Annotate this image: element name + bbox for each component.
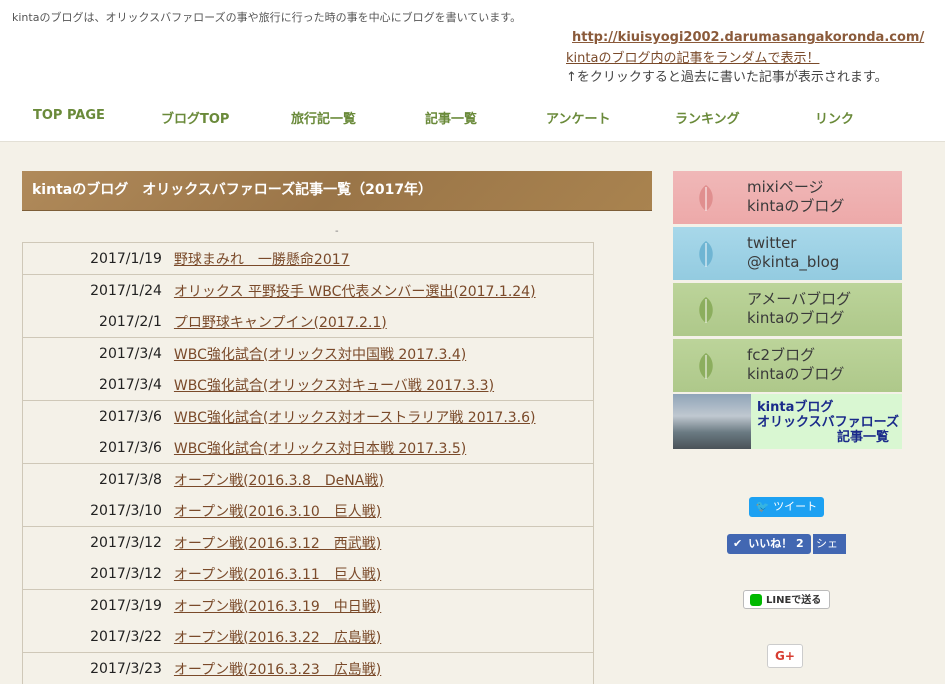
article-date: 2017/3/4 <box>23 338 174 370</box>
google-plus-button[interactable]: G+ <box>767 644 803 668</box>
site-header: kintaのブログは、オリックスバファローズの事や旅行に行った時の事を中心にブロ… <box>0 0 945 142</box>
article-link[interactable]: WBC強化試合(オリックス対キューバ戦 2017.3.3) <box>174 369 594 401</box>
stadium-photo <box>673 394 751 449</box>
separator-dash: - <box>335 226 339 237</box>
article-date: 2017/3/23 <box>23 653 174 684</box>
article-link[interactable]: オープン戦(2016.3.10 巨人戦) <box>174 495 594 527</box>
nav-survey[interactable]: アンケート <box>546 108 610 127</box>
ameba-banner-label: アメーバブログ kintaのブログ <box>747 290 851 328</box>
ameba-banner[interactable]: アメーバブログ kintaのブログ <box>673 283 902 336</box>
main-nav: TOP PAGE ブログTOP 旅行記一覧 記事一覧 アンケート ランキング リ… <box>0 108 945 130</box>
line-send-button[interactable]: LINEで送る <box>743 590 830 609</box>
nav-links[interactable]: リンク <box>815 108 854 127</box>
site-tagline: kintaのブログは、オリックスバファローズの事や旅行に行った時の事を中心にブロ… <box>12 9 521 25</box>
nav-ranking[interactable]: ランキング <box>675 108 740 127</box>
article-link[interactable]: 野球まみれ 一勝懸命2017 <box>174 243 594 275</box>
article-link[interactable]: オープン戦(2016.3.19 中日戦) <box>174 590 594 622</box>
article-date: 2017/3/12 <box>23 527 174 559</box>
line-icon <box>750 594 762 606</box>
article-date: 2017/3/4 <box>23 369 174 401</box>
article-link[interactable]: オープン戦(2016.3.8 DeNA戦) <box>174 464 594 496</box>
table-row: 2017/1/19野球まみれ 一勝懸命2017 <box>23 243 594 275</box>
table-row: 2017/3/8オープン戦(2016.3.8 DeNA戦) <box>23 464 594 496</box>
table-row: 2017/3/23オープン戦(2016.3.23 広島戦) <box>23 653 594 684</box>
article-date: 2017/2/1 <box>23 306 174 338</box>
mixi-banner-label: mixiページ kintaのブログ <box>747 178 844 216</box>
table-row: 2017/3/22オープン戦(2016.3.22 広島戦) <box>23 621 594 653</box>
site-url-link[interactable]: http://kiuisyogi2002.darumasangakoronda.… <box>572 30 924 45</box>
table-row: 2017/1/24オリックス 平野投手 WBC代表メンバー選出(2017.1.2… <box>23 275 594 307</box>
page-title: kintaのブログ オリックスバファローズ記事一覧（2017年） <box>22 171 652 211</box>
table-row: 2017/3/6WBC強化試合(オリックス対オーストラリア戦 2017.3.6) <box>23 401 594 433</box>
article-date: 2017/3/6 <box>23 401 174 433</box>
fc2-banner[interactable]: fc2ブログ kintaのブログ <box>673 339 902 392</box>
random-article-note: ↑をクリックすると過去に書いた記事が表示されます。 <box>566 66 888 85</box>
table-row: 2017/3/4WBC強化試合(オリックス対中国戦 2017.3.4) <box>23 338 594 370</box>
random-article-link[interactable]: kintaのブログ内の記事をランダムで表示！ <box>566 47 819 66</box>
leaf-icon <box>695 239 717 269</box>
leaf-icon <box>695 295 717 325</box>
table-row: 2017/3/19オープン戦(2016.3.19 中日戦) <box>23 590 594 622</box>
nav-travel-list[interactable]: 旅行記一覧 <box>291 108 356 127</box>
nav-article-list[interactable]: 記事一覧 <box>425 108 477 127</box>
article-link[interactable]: オープン戦(2016.3.23 広島戦) <box>174 653 594 684</box>
nav-top-page[interactable]: TOP PAGE <box>33 108 105 123</box>
mixi-banner[interactable]: mixiページ kintaのブログ <box>673 171 902 224</box>
facebook-share-button[interactable]: シェア <box>813 534 846 554</box>
article-date: 2017/3/19 <box>23 590 174 622</box>
article-date: 2017/3/10 <box>23 495 174 527</box>
article-link[interactable]: オープン戦(2016.3.22 広島戦) <box>174 621 594 653</box>
article-date: 2017/3/6 <box>23 432 174 464</box>
check-icon: ✔ <box>733 537 742 550</box>
twitter-banner-label: twitter @kinta_blog <box>747 234 839 272</box>
article-link[interactable]: オープン戦(2016.3.11 巨人戦) <box>174 558 594 590</box>
article-link[interactable]: オリックス 平野投手 WBC代表メンバー選出(2017.1.24) <box>174 275 594 307</box>
article-link[interactable]: WBC強化試合(オリックス対日本戦 2017.3.5) <box>174 432 594 464</box>
leaf-icon <box>695 183 717 213</box>
table-row: 2017/3/12オープン戦(2016.3.11 巨人戦) <box>23 558 594 590</box>
twitter-bird-icon: 🐦 <box>756 500 770 513</box>
table-row: 2017/3/6WBC強化試合(オリックス対日本戦 2017.3.5) <box>23 432 594 464</box>
article-link[interactable]: WBC強化試合(オリックス対オーストラリア戦 2017.3.6) <box>174 401 594 433</box>
nav-blog-top[interactable]: ブログTOP <box>161 108 229 127</box>
table-row: 2017/2/1プロ野球キャンプイン(2017.2.1) <box>23 306 594 338</box>
table-row: 2017/3/4WBC強化試合(オリックス対キューバ戦 2017.3.3) <box>23 369 594 401</box>
article-link[interactable]: WBC強化試合(オリックス対中国戦 2017.3.4) <box>174 338 594 370</box>
article-date: 2017/1/24 <box>23 275 174 307</box>
table-row: 2017/3/10オープン戦(2016.3.10 巨人戦) <box>23 495 594 527</box>
article-link[interactable]: オープン戦(2016.3.12 西武戦) <box>174 527 594 559</box>
twitter-banner[interactable]: twitter @kinta_blog <box>673 227 902 280</box>
facebook-like-button[interactable]: ✔いいね！ 2 <box>727 534 811 554</box>
article-date: 2017/3/8 <box>23 464 174 496</box>
article-table: 2017/1/19野球まみれ 一勝懸命20172017/1/24オリックス 平野… <box>22 242 594 684</box>
article-date: 2017/3/12 <box>23 558 174 590</box>
orix-banner-label: kintaブログ オリックスバファローズ 記事一覧 <box>757 400 899 445</box>
leaf-icon <box>695 351 717 381</box>
fc2-banner-label: fc2ブログ kintaのブログ <box>747 346 844 384</box>
orix-article-list-banner[interactable]: kintaブログ オリックスバファローズ 記事一覧 <box>673 394 902 449</box>
tweet-button[interactable]: 🐦 ツイート <box>749 497 824 517</box>
article-date: 2017/3/22 <box>23 621 174 653</box>
table-row: 2017/3/12オープン戦(2016.3.12 西武戦) <box>23 527 594 559</box>
article-date: 2017/1/19 <box>23 243 174 275</box>
article-link[interactable]: プロ野球キャンプイン(2017.2.1) <box>174 306 594 338</box>
